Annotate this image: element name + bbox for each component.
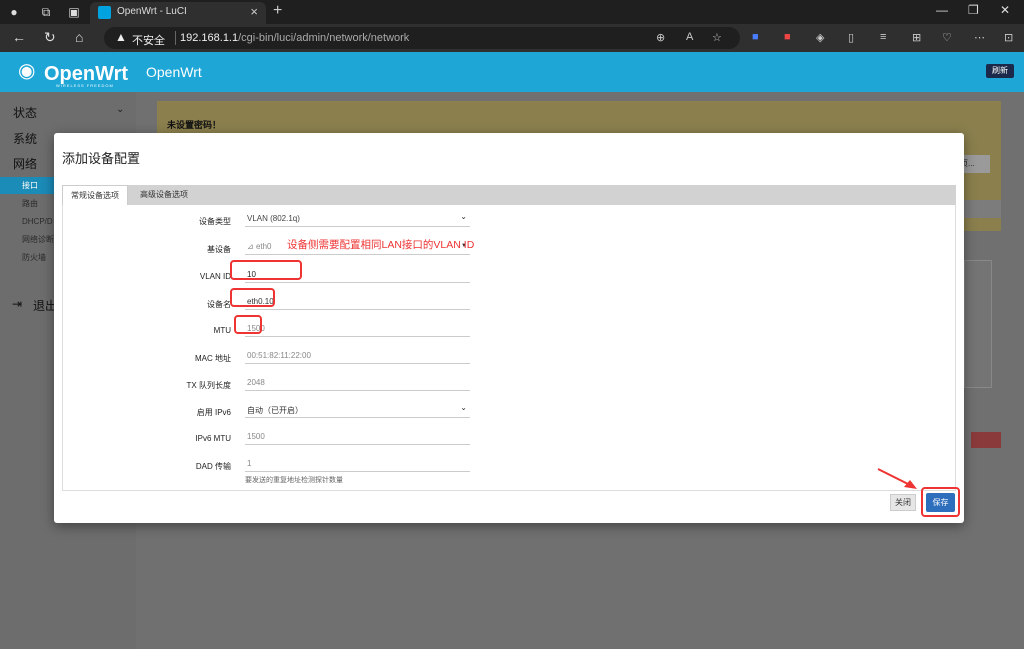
save-button[interactable]: 保存 [926, 493, 955, 512]
security-label: 不安全 [132, 35, 165, 47]
close-tab-icon[interactable]: × [250, 4, 258, 19]
extensions-puzzle-icon[interactable]: ◈ [816, 31, 824, 44]
reload-icon[interactable]: ↻ [44, 29, 56, 46]
url-text: 192.168.1.1/cgi-bin/luci/admin/network/n… [180, 32, 409, 44]
annotation-arrow-icon [877, 468, 917, 489]
device-form: 设备类型 VLAN (802.1q) ⌄ 基设备 ⊿ eth0 ▼ VLAN ID … [62, 205, 956, 491]
dialog-title: 添加设备配置 [62, 151, 141, 166]
warning-title: 未设置密码！ [167, 120, 222, 130]
refresh-button[interactable]: 刷新 [986, 64, 1014, 78]
url-host: 192.168.1.1 [180, 32, 239, 44]
extension-red-icon[interactable]: ■ [784, 31, 791, 43]
sidebar-sub-firewall[interactable]: 防火墙 [0, 249, 54, 266]
restore-icon[interactable]: ❐ [968, 3, 979, 17]
warning-icon: ▲ [115, 30, 127, 44]
more-menu-icon[interactable]: ⋯ [974, 31, 985, 44]
ipv6-mtu-label: IPv6 MTU [195, 434, 231, 443]
openwrt-logo[interactable]: ◉ OpenWrt WIRELESS FREEDOM [18, 55, 128, 89]
base-device-value: eth0 [255, 242, 272, 251]
device-type-value: VLAN (802.1q) [247, 214, 300, 223]
luci-header: ◉ OpenWrt WIRELESS FREEDOM OpenWrt 刷新 [0, 52, 1024, 92]
annotation-text: 设备侧需要配置相同LAN接口的VLAN ID [287, 239, 475, 251]
dad-transmits-label: DAD 传输 [195, 462, 231, 471]
browser-tab[interactable]: OpenWrt - LuCI × [90, 2, 266, 24]
sidebar-sub-dhcp[interactable]: DHCP/D [0, 213, 54, 230]
highlight-vlan-id [234, 315, 262, 334]
tab-actions-icon[interactable]: ▣ [66, 4, 82, 20]
browser-tab-bar: ● ⧉ ▣ OpenWrt - LuCI × + — ❐ ✕ [0, 0, 1024, 24]
dialog-tabs: 常规设备选项 高级设备选项 [62, 185, 956, 205]
background-table [964, 260, 992, 388]
tx-queue-input[interactable]: 2048 [245, 374, 470, 391]
enable-ipv6-label: 启用 IPv6 [196, 408, 231, 417]
new-tab-icon[interactable]: + [273, 2, 282, 20]
url-field[interactable]: ▲ 不安全 192.168.1.1/cgi-bin/luci/admin/net… [104, 27, 740, 49]
split-screen-icon[interactable]: ▯ [848, 31, 854, 44]
tab-general-options[interactable]: 常规设备选项 [62, 185, 128, 205]
mtu-input[interactable]: 1500 [245, 320, 470, 337]
sidebar-item-network[interactable]: 网络 [13, 155, 37, 172]
sidebar-sub-diagnostics[interactable]: 网络诊断 [0, 231, 54, 248]
chevron-down-icon[interactable]: ⌄ [116, 104, 124, 115]
background-delete-button [971, 432, 1001, 448]
profile-avatar-icon[interactable]: ● [6, 4, 22, 20]
highlight-base-device [230, 288, 275, 307]
url-divider [175, 31, 176, 45]
device-name-input[interactable]: eth0.10 [245, 293, 470, 310]
workspaces-icon[interactable]: ⧉ [38, 4, 54, 20]
base-device-label: 基设备 [207, 245, 231, 254]
add-device-dialog: 添加设备配置 常规设备选项 高级设备选项 设备类型 VLAN (802.1q) ⌄… [54, 133, 964, 523]
mac-address-label: MAC 地址 [195, 354, 231, 363]
favorite-star-icon[interactable]: ☆ [712, 31, 722, 44]
vlan-id-label: VLAN ID [199, 272, 231, 281]
logo-tagline: WIRELESS FREEDOM [56, 83, 114, 88]
sidebar-item-system[interactable]: 系统 [13, 130, 37, 147]
tx-queue-label: TX 队列长度 [186, 381, 231, 390]
ethernet-port-icon: ⊿ [247, 242, 256, 251]
sidebar-sub-interfaces[interactable]: 接口 [0, 177, 54, 194]
chevron-down-icon: ⌄ [460, 403, 467, 412]
sidebar-item-status[interactable]: 状态 [13, 104, 37, 121]
address-bar-row: ← ↻ ⌂ ▲ 不安全 192.168.1.1/cgi-bin/luci/adm… [0, 24, 1024, 52]
home-icon[interactable]: ⌂ [75, 29, 83, 45]
highlight-device-type [230, 260, 302, 280]
enable-ipv6-value: 自动（已开启） [247, 406, 303, 415]
back-icon[interactable]: ← [12, 29, 26, 45]
header-title: OpenWrt [146, 64, 202, 80]
tab-title: OpenWrt - LuCI [117, 6, 187, 17]
page: ◉ OpenWrt WIRELESS FREEDOM OpenWrt 刷新 状态… [0, 52, 1024, 649]
sidebar-sub-routes[interactable]: 路由 [0, 195, 54, 212]
openwrt-favicon-icon [98, 6, 111, 19]
collections-icon[interactable]: ⊞ [912, 31, 921, 44]
mac-address-input[interactable]: 00:51:82:11:22:00 [245, 347, 470, 364]
url-path: /cgi-bin/luci/admin/network/network [238, 32, 410, 44]
chevron-down-icon: ⌄ [460, 212, 467, 221]
enable-ipv6-select[interactable]: 自动（已开启） ⌄ [245, 401, 470, 418]
goto-page-button[interactable]: 页... [960, 155, 990, 173]
wifi-logo-icon: ◉ [18, 60, 36, 82]
ipv6-mtu-input[interactable]: 1500 [245, 428, 470, 445]
extension-icon[interactable]: ■ [752, 31, 759, 43]
minimize-icon[interactable]: — [936, 3, 948, 17]
mtu-label: MTU [213, 326, 231, 335]
read-aloud-icon[interactable]: A [686, 31, 693, 43]
logout-icon[interactable]: ⇥ [12, 297, 22, 311]
favorites-icon[interactable]: ≡ [880, 31, 886, 43]
background-panel [964, 200, 1001, 218]
tab-advanced-options[interactable]: 高级设备选项 [132, 185, 196, 205]
dad-transmits-input[interactable]: 1 [245, 455, 470, 472]
sidebar-toggle-icon[interactable]: ⊡ [1004, 31, 1013, 44]
zoom-icon[interactable]: ⊕ [656, 31, 665, 44]
device-type-label: 设备类型 [199, 217, 231, 226]
browser-essentials-icon[interactable]: ♡ [942, 31, 952, 44]
device-type-select[interactable]: VLAN (802.1q) ⌄ [245, 210, 470, 227]
close-window-icon[interactable]: ✕ [1000, 3, 1010, 17]
device-name-label: 设备名 [207, 300, 231, 309]
dad-hint: 要发送的重复地址检测探针数量 [245, 477, 343, 484]
close-button[interactable]: 关闭 [890, 494, 916, 511]
